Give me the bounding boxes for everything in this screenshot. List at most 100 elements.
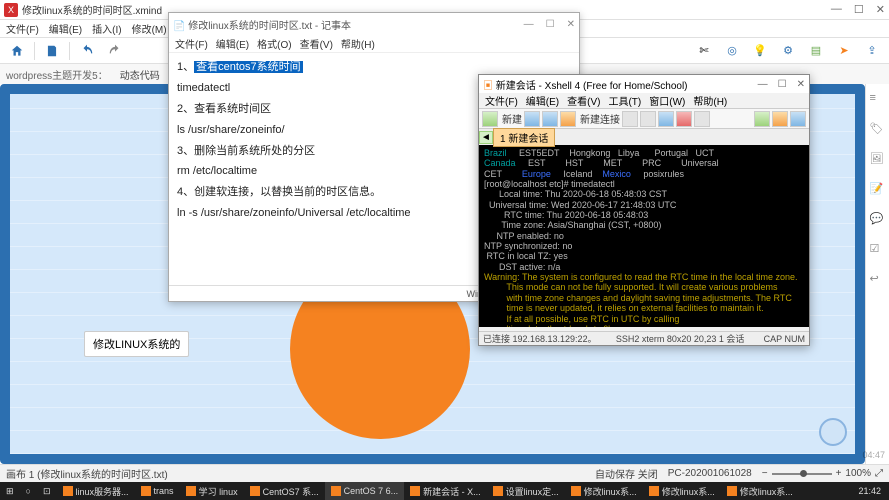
xs-menu-item[interactable]: 文件(F)	[485, 93, 518, 108]
xshell-window[interactable]: ▣ 新建会话 - Xshell 4 (Free for Home/School)…	[478, 74, 810, 346]
taskbar: ⊞ ○ ⊡ linux服务器...trans学习 linuxCentOS7 系.…	[0, 482, 889, 500]
taskbar-item[interactable]: linux服务器...	[57, 482, 135, 500]
task-icon[interactable]: ☑	[870, 242, 886, 258]
zoom-in-icon[interactable]: +	[836, 468, 842, 479]
xs-max-icon[interactable]: ☐	[778, 79, 787, 90]
np-menu-item[interactable]: 帮助(H)	[341, 36, 375, 51]
menu-item[interactable]: 文件(F)	[6, 21, 39, 36]
taskbar-item[interactable]: 新建会话 - X...	[404, 482, 487, 500]
zoom-slider[interactable]	[772, 473, 832, 475]
xs-connect-button[interactable]	[560, 111, 576, 127]
xs-tool-d[interactable]	[676, 111, 692, 127]
xs-menu-item[interactable]: 帮助(H)	[693, 93, 727, 108]
share-icon[interactable]: ⇪	[861, 41, 883, 61]
arrow-icon[interactable]: ➤	[833, 41, 855, 61]
taskbar-item[interactable]: 修改linux系...	[643, 482, 721, 500]
xs-conn-label: 新建连接	[580, 111, 620, 126]
note-icon[interactable]: 📝	[870, 182, 886, 198]
taskbar-item[interactable]: 学习 linux	[180, 482, 244, 500]
comment-icon[interactable]: 💬	[870, 212, 886, 228]
back-icon[interactable]: ↩	[870, 272, 886, 288]
window-close-icon[interactable]: ✕	[876, 3, 885, 16]
cut-icon[interactable]: ✄	[693, 41, 715, 61]
xshell-statusbar: 已连接 192.168.13.129:22。 SSH2 xterm 80x20 …	[479, 331, 809, 345]
xs-tool-b[interactable]	[640, 111, 656, 127]
xs-new-button[interactable]	[482, 111, 498, 127]
xshell-tab-1[interactable]: 1 新建会话	[493, 128, 555, 147]
xs-tool-g[interactable]	[772, 111, 788, 127]
zoom-value: 100%	[845, 468, 871, 479]
xshell-titlebar[interactable]: ▣ 新建会话 - Xshell 4 (Free for Home/School)…	[479, 75, 809, 93]
notepad-titlebar[interactable]: 📄 修改linux系统的时间时区.txt - 记事本 — ☐ ✕	[169, 13, 579, 35]
redo-button[interactable]	[104, 41, 126, 61]
np-menu-item[interactable]: 查看(V)	[300, 36, 333, 51]
tag-icon[interactable]: 🏷	[870, 122, 886, 138]
xs-menu-item[interactable]: 查看(V)	[567, 93, 600, 108]
focus-icon[interactable]: ◎	[721, 41, 743, 61]
xshell-title: 新建会话 - Xshell 4 (Free for Home/School)	[496, 81, 688, 92]
menu-item[interactable]: 修改(M)	[132, 21, 167, 36]
style-icon[interactable]: ▤	[805, 41, 827, 61]
format-icon[interactable]: ≡	[870, 92, 886, 108]
taskbar-item[interactable]: CentOS7 系...	[244, 482, 325, 500]
save-button[interactable]	[41, 41, 63, 61]
xs-min-icon[interactable]: —	[758, 79, 768, 90]
xs-tool-f[interactable]	[754, 111, 770, 127]
np-min-icon[interactable]: —	[524, 19, 534, 30]
home-button[interactable]	[6, 41, 28, 61]
np-menu-item[interactable]: 文件(F)	[175, 36, 208, 51]
xs-caps: CAP NUM	[764, 334, 805, 344]
xs-tool-e[interactable]	[694, 111, 710, 127]
xs-menu-item[interactable]: 工具(T)	[608, 93, 641, 108]
xs-session-info: SSH2 xterm 80x20 20,23 1 会话	[616, 332, 745, 345]
fit-icon[interactable]: ⤢	[875, 468, 883, 479]
search-icon[interactable]: ○	[20, 482, 37, 500]
menu-item[interactable]: 编辑(E)	[49, 21, 82, 36]
xs-new-label: 新建	[502, 111, 522, 126]
notepad-menubar: 文件(F) 编辑(E) 格式(O) 查看(V) 帮助(H)	[169, 35, 579, 53]
taskbar-item[interactable]: CentOS 7 6...	[325, 482, 405, 500]
taskbar-item[interactable]: trans	[135, 482, 180, 500]
xs-menu-item[interactable]: 编辑(E)	[526, 93, 559, 108]
xs-tool-h[interactable]	[790, 111, 806, 127]
xshell-tabs: ◄ 1 新建会话	[479, 129, 809, 145]
start-button[interactable]: ⊞	[0, 482, 20, 500]
xshell-toolbar: 新建 新建连接	[479, 109, 809, 129]
link-icon[interactable]: ⚙	[777, 41, 799, 61]
xshell-menubar: 文件(F) 编辑(E) 查看(V) 工具(T) 窗口(W) 帮助(H)	[479, 93, 809, 109]
xs-tab-prev-icon[interactable]: ◄	[479, 131, 493, 144]
xs-close-icon[interactable]: ✕	[797, 79, 805, 90]
tab-1[interactable]: 动态代码	[112, 65, 169, 84]
avatar-icon[interactable]	[819, 418, 847, 446]
menu-item[interactable]: 插入(I)	[92, 21, 121, 36]
notepad-icon: 📄	[173, 21, 185, 32]
right-sidebar: ≡ 🏷 🖼 📝 💬 ☑ ↩	[865, 84, 889, 464]
terminal[interactable]: Brazil EST5EDT Hongkong Libya Portugal U…	[479, 145, 809, 327]
xs-menu-item[interactable]: 窗口(W)	[649, 93, 685, 108]
xs-tool-c[interactable]	[658, 111, 674, 127]
media-icon[interactable]: 🖼	[870, 152, 886, 168]
taskbar-item[interactable]: 设置linux定...	[487, 482, 565, 500]
taskview-icon[interactable]: ⊡	[37, 482, 57, 500]
np-menu-item[interactable]: 格式(O)	[257, 36, 291, 51]
undo-button[interactable]	[76, 41, 98, 61]
taskbar-clock[interactable]: 21:42	[850, 486, 889, 496]
status-canvas: 画布 1 (修改linux系统的时间时区.txt)	[6, 466, 168, 481]
bulb-icon[interactable]: 💡	[749, 41, 771, 61]
np-max-icon[interactable]: ☐	[546, 19, 555, 30]
np-menu-item[interactable]: 编辑(E)	[216, 36, 249, 51]
np-close-icon[interactable]: ✕	[567, 19, 575, 30]
window-maximize-icon[interactable]: ☐	[854, 3, 864, 16]
app-title: 修改linux系统的时间时区.xmind	[22, 2, 162, 17]
xs-tool-a[interactable]	[622, 111, 638, 127]
taskbar-item[interactable]: 修改linux系...	[565, 482, 643, 500]
xs-connection: 已连接 192.168.13.129:22。	[483, 332, 597, 345]
xshell-icon: ▣	[483, 81, 493, 92]
window-minimize-icon[interactable]: —	[831, 3, 842, 16]
xs-save-button[interactable]	[542, 111, 558, 127]
app-statusbar: 画布 1 (修改linux系统的时间时区.txt) 自动保存 关闭 PC-202…	[0, 464, 889, 482]
root-node[interactable]: 修改LINUX系统的	[84, 331, 189, 357]
xs-open-button[interactable]	[524, 111, 540, 127]
zoom-out-icon[interactable]: −	[762, 468, 768, 479]
taskbar-item[interactable]: 修改linux系...	[721, 482, 799, 500]
